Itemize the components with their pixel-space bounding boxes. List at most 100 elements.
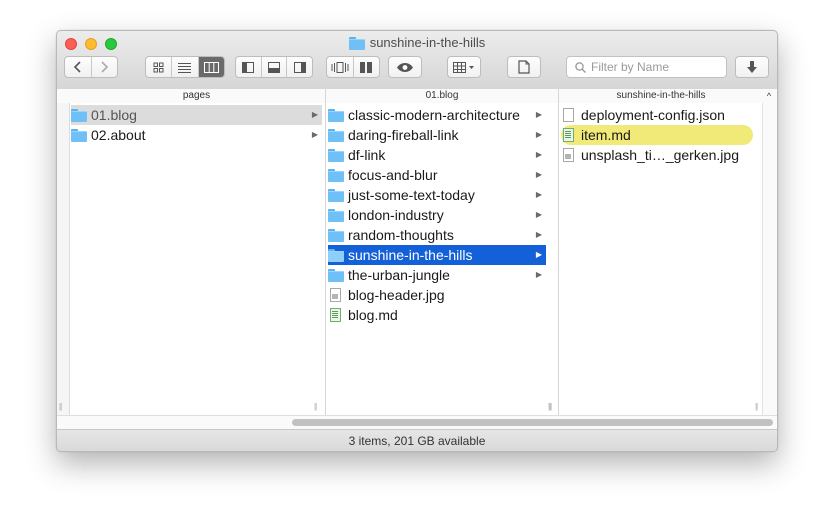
disclosure-arrow-icon: ▶	[311, 110, 318, 119]
resize-grip-icon[interactable]: ||	[59, 402, 62, 411]
column-current: deployment-config.json item.md unsplash_…	[549, 103, 763, 415]
json-file-icon	[561, 108, 577, 122]
folder-icon	[71, 108, 87, 122]
disclosure-arrow-icon: ▶	[311, 130, 318, 139]
folder-icon	[328, 128, 344, 142]
icon-view-icon	[153, 62, 164, 72]
disclosure-arrow-icon: ▶	[535, 110, 542, 119]
list-item[interactable]: blog-header.jpg	[328, 285, 546, 305]
list-item[interactable]: classic-modern-architecture ▶	[328, 105, 546, 125]
disclosure-arrow-icon: ▶	[535, 250, 542, 259]
vertical-scroll-track[interactable]	[762, 103, 777, 415]
disclosure-arrow-icon: ▶	[535, 130, 542, 139]
list-item[interactable]: blog.md	[328, 305, 546, 325]
column-browser: 01.blog ▶ 02.about ▶ || || classic-moder…	[57, 103, 777, 415]
list-item[interactable]: unsplash_ti…_gerken.jpg	[561, 145, 757, 165]
search-input[interactable]: Filter by Name	[591, 60, 669, 74]
finder-window: sunshine-in-the-hills Filter by Name pag…	[56, 30, 778, 452]
scroll-thumb[interactable]	[292, 419, 773, 426]
icon-view-button[interactable]	[146, 57, 171, 77]
item-label: random-thoughts	[348, 227, 454, 243]
disclosure-arrow-icon: ▶	[535, 210, 542, 219]
list-item-highlighted[interactable]: item.md	[561, 125, 753, 145]
resize-grip-icon[interactable]: ||	[549, 402, 552, 411]
back-button[interactable]	[65, 57, 91, 77]
list-view-button[interactable]	[171, 57, 197, 77]
gallery-control	[326, 56, 380, 78]
column-view-button[interactable]	[197, 57, 224, 77]
folder-icon	[328, 188, 344, 202]
resize-grip-icon[interactable]: ||	[314, 402, 317, 411]
list-item[interactable]: df-link ▶	[328, 145, 546, 165]
column-pages: 01.blog ▶ 02.about ▶ || ||	[59, 103, 324, 415]
item-label: classic-modern-architecture	[348, 107, 520, 123]
quick-look-button[interactable]	[388, 56, 422, 78]
image-file-icon	[561, 148, 577, 162]
item-label: london-industry	[348, 207, 444, 223]
item-label: just-some-text-today	[348, 187, 475, 203]
column-headers: pages 01.blog sunshine-in-the-hills ^	[57, 89, 777, 104]
list-item[interactable]: deployment-config.json	[561, 105, 757, 125]
split-view-button[interactable]	[352, 57, 380, 77]
arrange-button[interactable]	[447, 56, 481, 78]
horizontal-scrollbar[interactable]	[57, 415, 777, 430]
chevron-right-icon	[101, 61, 109, 73]
column-view-icon	[203, 61, 219, 73]
column-blog: classic-modern-architecture ▶ daring-fire…	[325, 103, 558, 415]
disclosure-arrow-icon: ▶	[535, 170, 542, 179]
eye-icon	[397, 62, 413, 72]
disclosure-arrow-icon: ▶	[535, 150, 542, 159]
folder-icon	[328, 168, 344, 182]
share-button[interactable]	[507, 56, 541, 78]
coverflow-button[interactable]	[327, 57, 353, 77]
list-item[interactable]: london-industry ▶	[328, 205, 546, 225]
search-icon	[575, 61, 586, 73]
resize-grip-icon[interactable]: ||	[755, 402, 758, 411]
item-label: the-urban-jungle	[348, 267, 450, 283]
document-icon	[518, 60, 530, 74]
disclosure-arrow-icon: ▶	[535, 270, 542, 279]
markdown-file-icon	[561, 128, 577, 142]
download-button[interactable]	[735, 56, 769, 78]
list-item[interactable]: just-some-text-today ▶	[328, 185, 546, 205]
coverflow-icon	[331, 61, 349, 73]
item-label: unsplash_ti…_gerken.jpg	[581, 147, 739, 163]
list-item[interactable]: 02.about ▶	[71, 125, 322, 145]
item-label: daring-fireball-link	[348, 127, 459, 143]
sidebar-right-button[interactable]	[286, 57, 312, 77]
list-item[interactable]: focus-and-blur ▶	[328, 165, 546, 185]
list-item[interactable]: the-urban-jungle ▶	[328, 265, 546, 285]
folder-icon	[71, 128, 87, 142]
folder-icon	[328, 228, 344, 242]
view-mode-control	[145, 56, 225, 78]
list-item[interactable]: 01.blog ▶	[71, 105, 322, 125]
window-title-text: sunshine-in-the-hills	[369, 35, 486, 50]
item-label: sunshine-in-the-hills	[348, 247, 473, 263]
sidebar-left-icon	[242, 61, 255, 73]
grid-arrange-icon	[453, 61, 474, 73]
sort-chevron-icon[interactable]: ^	[763, 89, 775, 103]
back-forward-control	[64, 56, 118, 78]
list-item[interactable]: daring-fireball-link ▶	[328, 125, 546, 145]
image-file-icon	[328, 288, 344, 302]
list-item[interactable]: random-thoughts ▶	[328, 225, 546, 245]
column-header-blog[interactable]: 01.blog	[325, 89, 558, 103]
status-bar: 3 items, 201 GB available	[57, 429, 777, 451]
folder-icon	[328, 108, 344, 122]
markdown-file-icon	[328, 308, 344, 322]
column-header-pages[interactable]: pages	[69, 89, 324, 103]
item-label: focus-and-blur	[348, 167, 438, 183]
search-field[interactable]: Filter by Name	[566, 56, 727, 78]
window-title: sunshine-in-the-hills	[57, 35, 777, 50]
item-label: blog.md	[348, 307, 398, 323]
down-arrow-icon	[747, 61, 757, 73]
sidebar-left-button[interactable]	[236, 57, 261, 77]
item-label: item.md	[581, 127, 631, 143]
folder-icon	[348, 36, 365, 50]
forward-button[interactable]	[90, 57, 118, 77]
preview-bottom-button[interactable]	[260, 57, 287, 77]
list-item-selected[interactable]: sunshine-in-the-hills ▶	[328, 245, 546, 265]
titlebar: sunshine-in-the-hills Filter by Name	[57, 31, 777, 90]
column-header-current[interactable]: sunshine-in-the-hills	[558, 89, 763, 103]
preview-bottom-icon	[268, 61, 280, 73]
